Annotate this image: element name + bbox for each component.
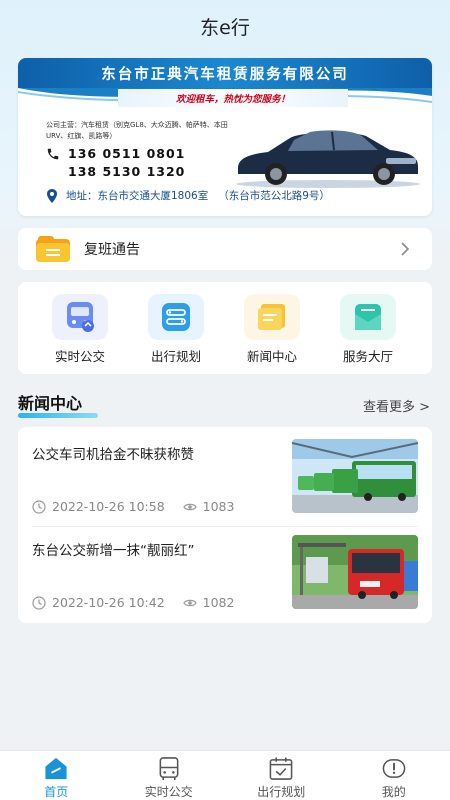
menu-item-news-center[interactable]: 新闻中心: [224, 282, 320, 374]
news-headline: 东台公交新增一抹“靓丽红”: [32, 543, 195, 559]
news-section-title: 新闻中心: [18, 394, 83, 413]
view-more-link[interactable]: 查看更多 >: [363, 396, 430, 415]
list-item[interactable]: 公交车司机拾金不昧获称赞 2022-10-26 10:58 1083: [32, 435, 418, 527]
eye-icon: [182, 503, 197, 510]
menu-item-realtime-bus[interactable]: 实时公交: [32, 282, 128, 374]
tab-profile[interactable]: 我的: [338, 751, 450, 800]
news-meta: 2022-10-26 10:42 1082: [32, 595, 234, 610]
phone-line-2: 138 5130 1320: [68, 164, 185, 179]
notice-bar[interactable]: 复班通告: [18, 228, 432, 270]
tab-label: 首页: [44, 785, 69, 799]
news-list: 公交车司机拾金不昧获称赞 2022-10-26 10:58 1083 东台公交新…: [18, 427, 432, 623]
news-date: 2022-10-26 10:42: [52, 595, 165, 610]
news-view-count: 1082: [202, 595, 235, 610]
calendar-check-icon: [269, 757, 293, 780]
home-icon: [45, 757, 67, 780]
tab-label: 我的: [381, 785, 406, 799]
car-image: [236, 130, 420, 188]
news-views: 1082: [182, 595, 235, 610]
menu-label: 服务大厅: [342, 349, 393, 364]
tab-trip-planning[interactable]: 出行规划: [225, 751, 338, 800]
location-pin-icon: [47, 188, 57, 203]
phone-number-1: 136 0511 0801: [68, 146, 186, 161]
phone-line-1: 136 0511 0801: [46, 146, 185, 161]
news-view-count: 1083: [202, 499, 235, 514]
menu-label: 新闻中心: [246, 349, 297, 364]
clock-icon: [32, 595, 46, 610]
notice-folder-icon: [36, 236, 70, 262]
tab-home[interactable]: 首页: [0, 751, 113, 800]
chevron-right-icon: [401, 242, 410, 256]
news-headline: 公交车司机拾金不昧获称赞: [32, 447, 194, 463]
profile-icon: [382, 759, 406, 778]
news-date: 2022-10-26 10:58: [52, 499, 165, 514]
banner-slogan: 欢迎租车，热忱为您服务！: [118, 89, 348, 107]
address-line: 地址：东台市交通大厦1806室 （东台市范公北路9号）: [46, 188, 330, 203]
tab-label: 出行规划: [257, 785, 306, 799]
phone-icon: [47, 148, 59, 159]
route-icon: [148, 294, 204, 340]
address-extra-text: （东台市范公北路9号）: [218, 190, 330, 202]
banner-company-name: 东台市正典汽车租赁服务有限公司: [18, 58, 432, 88]
page-title: 东e行: [200, 16, 250, 39]
news-thumbnail-buses: [292, 439, 418, 513]
notice-label: 复班通告: [84, 242, 140, 258]
service-hall-icon: [340, 294, 396, 340]
eye-icon: [182, 599, 197, 606]
clock-icon: [32, 499, 46, 514]
tab-realtime-bus[interactable]: 实时公交: [113, 751, 226, 800]
news-meta: 2022-10-26 10:58 1083: [32, 499, 234, 514]
news-views: 1083: [182, 499, 235, 514]
news-thumbnail-red-bus: [292, 535, 418, 609]
menu-item-service-hall[interactable]: 服务大厅: [320, 282, 416, 374]
address-text: 地址：东台市交通大厦1806室: [66, 190, 209, 202]
menu-label: 实时公交: [54, 349, 105, 364]
quick-menu: 实时公交 出行规划 新闻中心 服务大厅: [18, 282, 432, 374]
bus-icon: [159, 757, 179, 781]
promo-banner[interactable]: 东台市正典汽车租赁服务有限公司 欢迎租车，热忱为您服务！ 公司主营：汽车租赁（别…: [18, 58, 432, 216]
bus-icon: [52, 294, 108, 340]
menu-item-trip-planning[interactable]: 出行规划: [128, 282, 224, 374]
app-header: 东e行: [0, 0, 450, 52]
news-icon: [244, 294, 300, 340]
bottom-tab-bar: 首页 实时公交 出行规划 我的: [0, 750, 450, 800]
list-item[interactable]: 东台公交新增一抹“靓丽红” 2022-10-26 10:42 1082: [32, 531, 418, 623]
banner-business-scope: 公司主营：汽车租赁（别克GL8、大众迈腾、帕萨特、本田URV、红旗、凯路等）: [46, 121, 228, 140]
menu-label: 出行规划: [150, 349, 201, 364]
tab-label: 实时公交: [144, 785, 193, 799]
news-title-underline: [18, 413, 98, 418]
phone-number-2: 138 5130 1320: [68, 164, 186, 179]
